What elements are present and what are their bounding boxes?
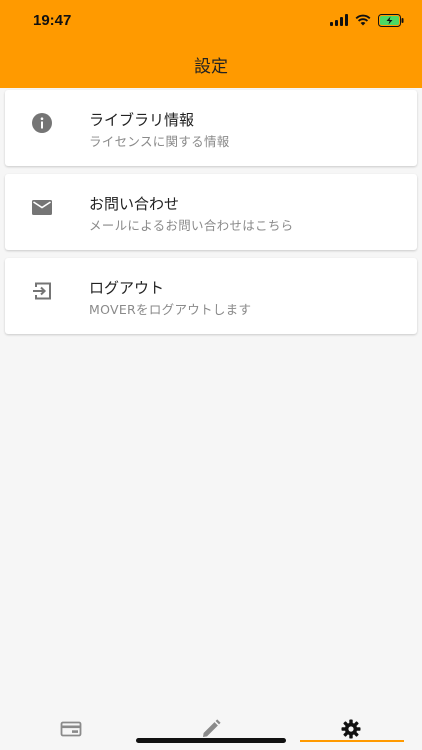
settings-item-subtitle: ライセンスに関する情報 <box>89 134 230 149</box>
mail-icon <box>31 196 53 218</box>
settings-item-title: ライブラリ情報 <box>89 111 195 129</box>
home-indicator <box>136 738 286 743</box>
tab-settings[interactable] <box>340 718 362 740</box>
tab-card[interactable] <box>60 718 82 740</box>
settings-item-logout[interactable]: ログアウト MOVERをログアウトします <box>5 258 417 334</box>
battery-icon <box>378 13 404 27</box>
settings-item-contact[interactable]: お問い合わせ メールによるお問い合わせはこちら <box>5 174 417 250</box>
status-time: 19:47 <box>33 12 72 29</box>
tab-edit[interactable] <box>200 718 222 740</box>
pencil-icon <box>203 719 221 737</box>
settings-list: ライブラリ情報 ライセンスに関する情報 お問い合わせ メールによるお問い合わせは… <box>5 90 417 342</box>
bottom-tab-bar <box>0 708 422 750</box>
card-icon <box>60 721 82 737</box>
status-bar: 19:47 <box>0 0 422 40</box>
app-header: 19:47 設定 <box>0 0 422 88</box>
settings-item-title: お問い合わせ <box>89 195 180 213</box>
info-icon <box>31 112 53 134</box>
gear-icon <box>341 719 361 739</box>
signal-icon <box>330 14 348 26</box>
settings-item-library-info[interactable]: ライブラリ情報 ライセンスに関する情報 <box>5 90 417 166</box>
settings-item-subtitle: メールによるお問い合わせはこちら <box>89 218 294 233</box>
page-title: 設定 <box>194 57 228 77</box>
status-icons <box>330 12 404 28</box>
active-tab-indicator <box>300 740 404 742</box>
settings-item-title: ログアウト <box>89 279 165 297</box>
wifi-icon <box>355 14 371 26</box>
logout-icon <box>31 280 53 302</box>
settings-item-subtitle: MOVERをログアウトします <box>89 302 252 317</box>
